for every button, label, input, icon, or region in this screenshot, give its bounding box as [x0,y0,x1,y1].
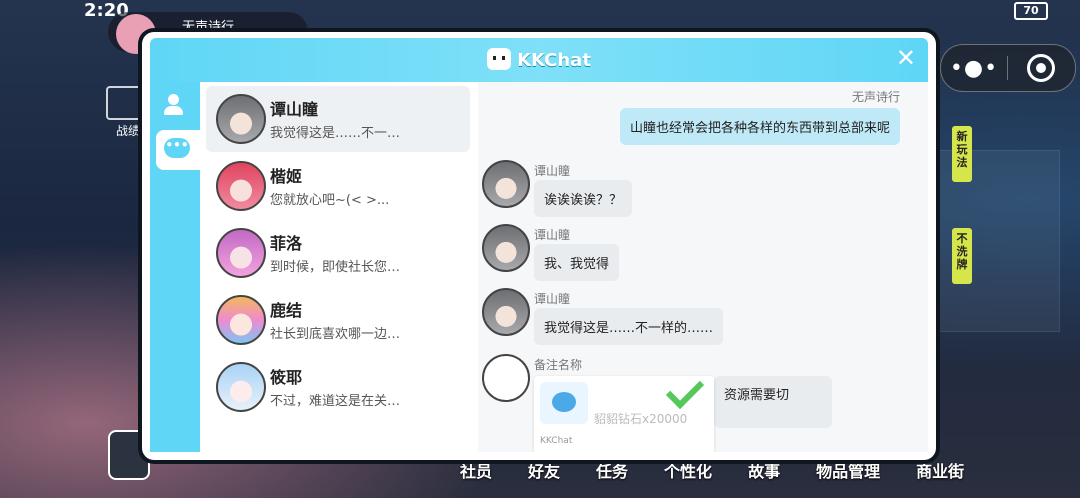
chat-bubble-icon: ••• [164,138,190,158]
message-sender: 备注名称 [534,358,583,372]
avatar [216,228,266,278]
contact-item[interactable]: 菲洛 到时候，即使社长您… [206,220,470,286]
empty-avatar [482,354,530,402]
contact-preview: 我觉得这是……不一… [270,126,401,141]
close-target-icon[interactable] [1008,54,1074,82]
avatar [216,362,266,412]
kkchat-dialog: KKChat ✕ ••• 谭山瞳 我觉得这是……不一… 楷姬 您就放心吧~(< … [142,32,936,460]
more-dots-icon[interactable]: •●• [941,56,1007,81]
reward-label: 貂貂钻石x20000 [594,412,688,426]
avatar [216,295,266,345]
ribbon-no-shuffle[interactable]: 不洗牌 [952,228,972,284]
nav-personalize[interactable]: 个性化 [664,458,712,482]
message-sender: 谭山瞳 [534,164,571,178]
avatar [216,161,266,211]
self-sender-name: 无声诗行 [851,90,900,104]
nav-story[interactable]: 故事 [748,458,780,482]
contact-preview: 社长到底喜欢哪一边… [270,327,401,342]
nav-items[interactable]: 物品管理 [816,458,880,482]
record-label: 战绩 [116,124,141,138]
miniprogram-capsule: •●• [940,44,1076,92]
reward-footer: KKChat [540,436,573,446]
nav-tasks[interactable]: 任务 [596,458,628,482]
chat-tab[interactable]: ••• [156,130,200,170]
battery-indicator: 70 [1014,2,1048,20]
dialog-title-text: KKChat [517,50,591,71]
close-icon[interactable]: ✕ [896,44,916,72]
nav-friends[interactable]: 好友 [528,458,560,482]
person-icon[interactable] [162,94,188,116]
ribbon-new-mode[interactable]: 新玩法 [952,126,972,182]
contact-name: 筱耶 [270,368,303,387]
partial-message-text: 资源需要切 [724,388,790,403]
contact-list: 谭山瞳 我觉得这是……不一… 楷姬 您就放心吧~(< >... 菲洛 到时候，即… [200,82,478,452]
contact-name: 楷姬 [270,167,303,186]
paw-icon [540,382,588,424]
dialog-header: KKChat ✕ [150,38,928,82]
nav-members[interactable]: 社员 [460,458,492,482]
contact-preview: 您就放心吧~(< >... [270,193,390,208]
contact-item[interactable]: 筱耶 不过，难道这是在关… [206,354,470,420]
contact-item[interactable]: 谭山瞳 我觉得这是……不一… [206,86,470,152]
chat-panel: 无声诗行 山瞳也经常会把各种各样的东西带到总部来呢 谭山瞳 诶诶诶诶？？ 谭山瞳… [478,82,928,452]
message-bubble-partial: 资源需要切 [714,376,832,428]
message-sender: 谭山瞳 [534,228,571,242]
nav-street[interactable]: 商业街 [916,458,964,482]
message-bubble: 诶诶诶诶？？ [534,180,633,217]
contact-preview: 到时候，即使社长您… [270,260,401,275]
contact-name: 谭山瞳 [270,100,319,119]
message-bubble: 我、我觉得 [534,244,620,281]
avatar [216,94,266,144]
contact-item[interactable]: 鹿结 社长到底喜欢哪一边… [206,287,470,353]
contact-name: 鹿结 [270,301,303,320]
avatar [482,224,530,272]
message-bubble: 我觉得这是……不一样的…… [534,308,724,345]
self-message-bubble: 山瞳也经常会把各种各样的东西带到总部来呢 [619,108,900,145]
cat-logo-icon [487,48,512,70]
dialog-title: KKChat [150,48,928,71]
contact-item[interactable]: 楷姬 您就放心吧~(< >... [206,153,470,219]
avatar [482,288,530,336]
message-sender: 谭山瞳 [534,292,571,306]
contact-preview: 不过，难道这是在关… [270,394,401,409]
contact-name: 菲洛 [270,234,303,253]
dialog-rail: ••• [150,82,200,452]
avatar [482,160,530,208]
bottom-nav: 社员 好友 任务 个性化 故事 物品管理 商业街 [460,458,1000,482]
